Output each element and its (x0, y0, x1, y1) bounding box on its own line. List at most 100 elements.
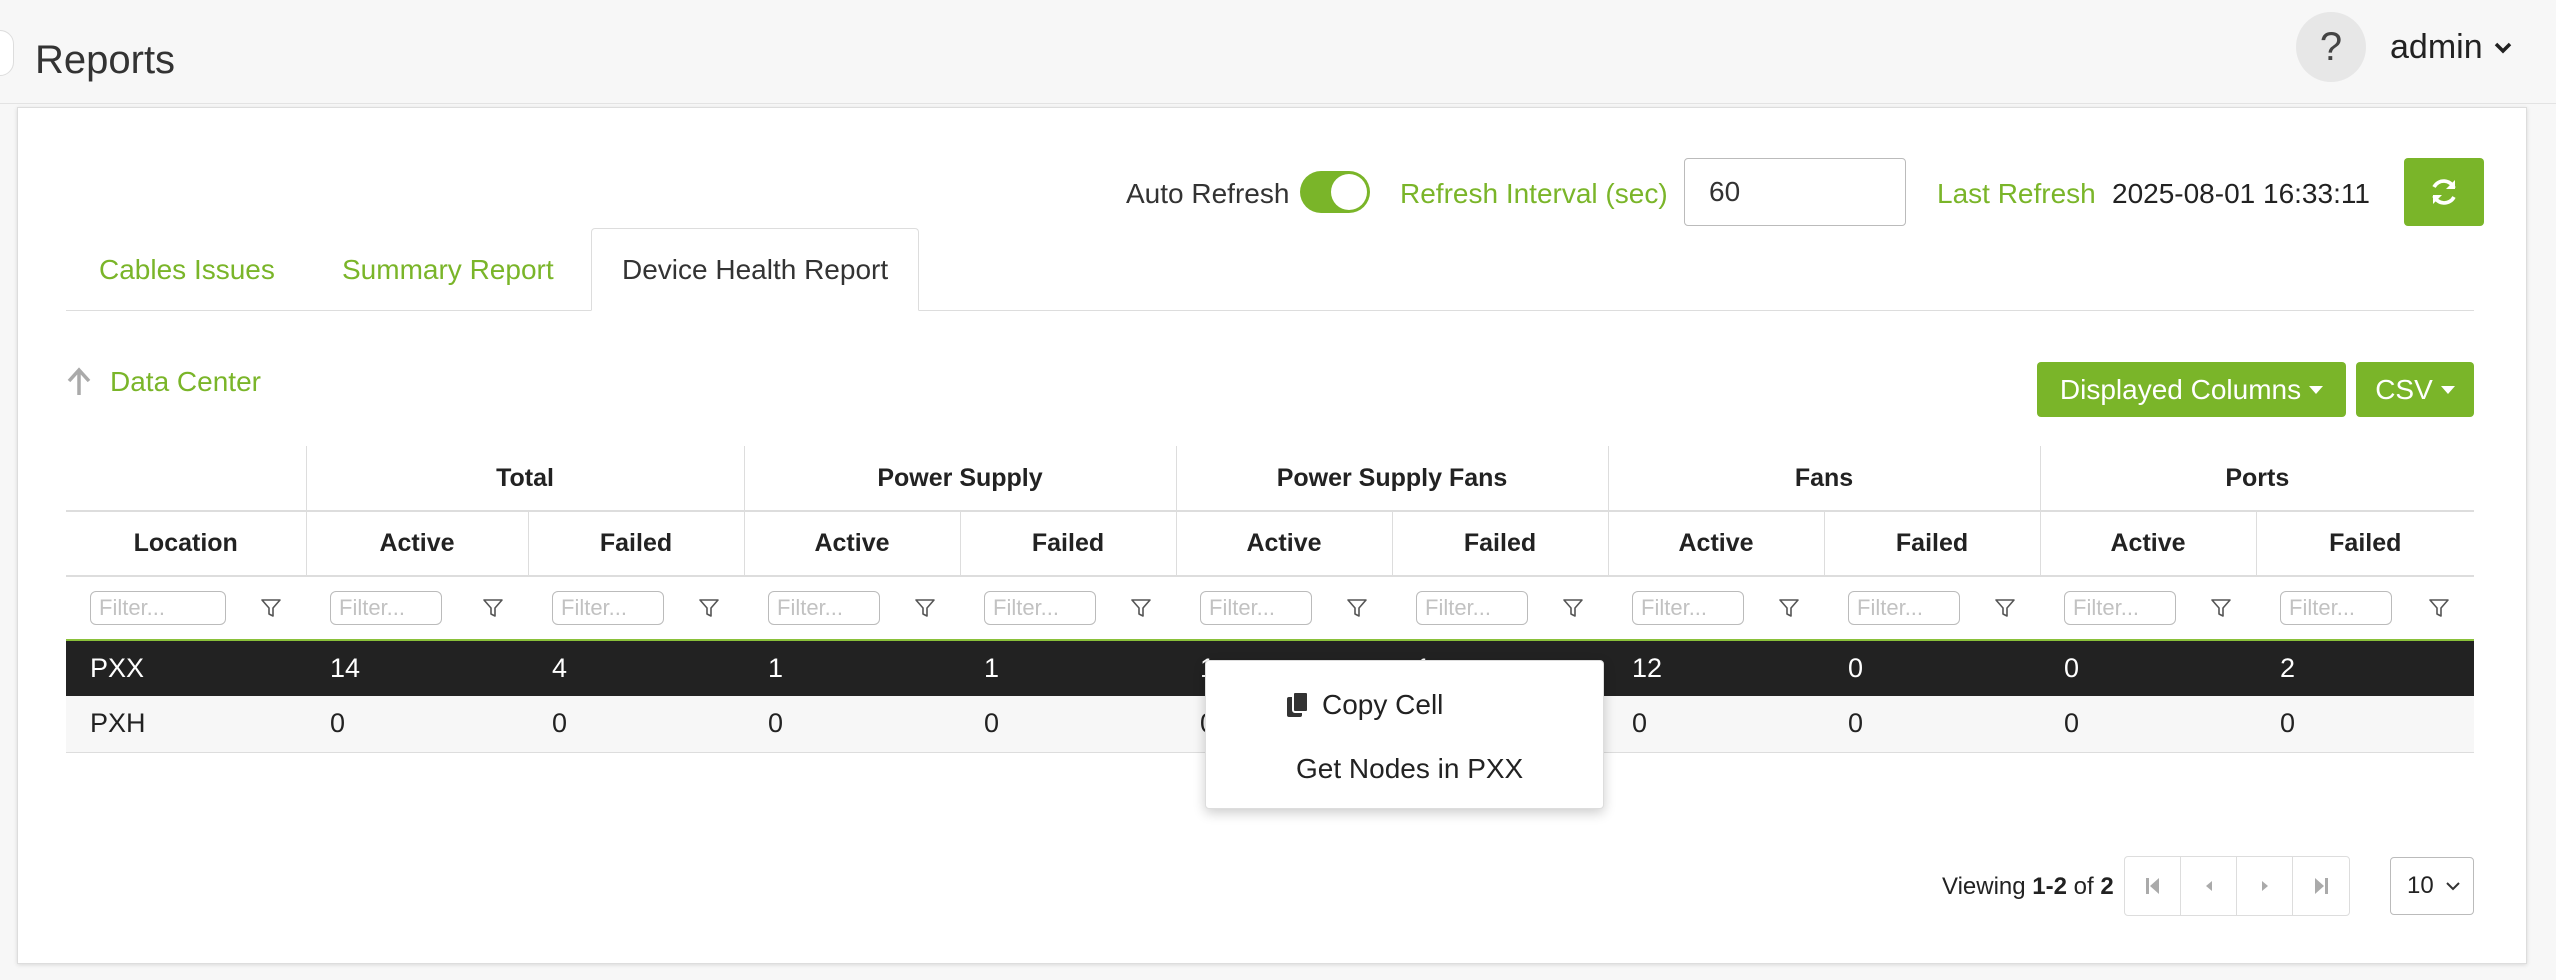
filter-cell (1608, 576, 1825, 641)
group-header-fans: Fans (1607, 446, 2041, 512)
count-cell[interactable]: 0 (528, 696, 744, 753)
last-refresh-value: 2025-08-01 16:33:11 (2112, 178, 2370, 209)
first-page-button[interactable] (2125, 857, 2181, 915)
filter-cell (1176, 576, 1392, 641)
filter-icon[interactable] (1994, 597, 2016, 619)
column-header-location[interactable]: Location (66, 511, 306, 577)
column-header-total-failed[interactable]: Failed (527, 511, 744, 577)
displayed-columns-button[interactable]: Displayed Columns (2037, 362, 2346, 417)
context-menu-copy-cell[interactable]: Copy Cell (1206, 675, 1603, 735)
column-filter-input[interactable] (1848, 591, 1961, 625)
viewing-of: of (2073, 873, 2094, 900)
location-cell[interactable]: PXX (66, 640, 306, 696)
caret-down-icon (2440, 385, 2455, 394)
column-filter-input[interactable] (984, 591, 1096, 625)
refresh-interval-input[interactable] (1684, 158, 1906, 226)
column-filter-input[interactable] (1200, 591, 1312, 625)
tab-cables-issues[interactable]: Cables Issues (99, 228, 275, 311)
filter-icon[interactable] (2210, 597, 2232, 619)
column-filter-input[interactable] (90, 591, 226, 625)
filter-cell (528, 576, 744, 641)
group-header-empty (66, 446, 306, 512)
pagination-controls (2124, 856, 2350, 916)
column-header-fans-active[interactable]: Active (1607, 511, 1825, 577)
column-filter-input[interactable] (2064, 591, 2177, 625)
filter-control (768, 591, 936, 625)
count-cell[interactable]: 1 (960, 640, 1176, 696)
page-title: Reports (35, 38, 176, 82)
column-filter-input[interactable] (1632, 591, 1745, 625)
count-cell[interactable]: 0 (306, 696, 528, 753)
toggle-knob (1331, 174, 1367, 210)
viewing-prefix: Viewing (1942, 873, 2026, 900)
column-header-psu-fans-active[interactable]: Active (1175, 511, 1392, 577)
count-cell[interactable]: 0 (744, 696, 960, 753)
column-filter-input[interactable] (330, 591, 442, 625)
column-filter-input[interactable] (2280, 591, 2393, 625)
filter-control (552, 591, 720, 625)
count-cell[interactable]: 12 (1608, 640, 1825, 696)
filter-control (2064, 591, 2232, 625)
filter-icon[interactable] (1562, 597, 1584, 619)
count-cell[interactable]: 0 (2040, 640, 2257, 696)
filter-cell (960, 576, 1176, 641)
count-cell[interactable]: 0 (1608, 696, 1825, 753)
count-cell[interactable]: 0 (960, 696, 1176, 753)
refresh-button[interactable] (2404, 158, 2484, 226)
filter-control (330, 591, 504, 625)
column-header-total-active[interactable]: Active (305, 511, 528, 577)
column-header-power-supply-active[interactable]: Active (743, 511, 960, 577)
group-header-power-supply-fans: Power Supply Fans (1175, 446, 1609, 512)
context-menu-get-nodes[interactable]: Get Nodes in PXX (1206, 739, 1603, 799)
auto-refresh-toggle[interactable] (1300, 171, 1370, 213)
column-header-row: Location Active Failed Active Failed Act… (66, 511, 2475, 577)
filter-cell (2256, 576, 2475, 641)
column-filter-input[interactable] (768, 591, 880, 625)
refresh-interval-label: Refresh Interval (sec) (1400, 178, 1668, 209)
filter-icon[interactable] (260, 597, 282, 619)
page-size-select[interactable]: 10 (2390, 857, 2474, 915)
count-cell[interactable]: 0 (1824, 640, 2041, 696)
tab-summary-report[interactable]: Summary Report (342, 228, 554, 311)
count-cell[interactable]: 1 (744, 640, 960, 696)
sidebar-toggle-tab[interactable] (0, 30, 14, 76)
group-header-power-supply: Power Supply (743, 446, 1176, 512)
column-filter-input[interactable] (552, 591, 664, 625)
user-name: admin (2390, 28, 2483, 66)
previous-page-button[interactable] (2181, 857, 2237, 915)
count-cell[interactable]: 0 (1824, 696, 2041, 753)
next-page-button[interactable] (2237, 857, 2293, 915)
count-cell[interactable]: 4 (528, 640, 744, 696)
next-page-icon (2261, 881, 2268, 891)
pagination-summary: Viewing 1-2 of 2 (1942, 873, 2114, 901)
column-header-ports-failed[interactable]: Failed (2255, 511, 2475, 577)
column-filter-input[interactable] (1416, 591, 1528, 625)
location-cell[interactable]: PXH (66, 696, 306, 753)
filter-icon[interactable] (1130, 597, 1152, 619)
copy-cell-label: Copy Cell (1322, 689, 1444, 720)
column-header-psu-fans-failed[interactable]: Failed (1391, 511, 1609, 577)
filter-icon[interactable] (482, 597, 504, 619)
filter-icon[interactable] (1346, 597, 1368, 619)
tab-device-health-report[interactable]: Device Health Report (591, 228, 920, 311)
count-cell[interactable]: 14 (306, 640, 528, 696)
filter-cell (2040, 576, 2257, 641)
filter-icon[interactable] (914, 597, 936, 619)
column-header-fans-failed[interactable]: Failed (1823, 511, 2041, 577)
filter-icon[interactable] (1778, 597, 1800, 619)
count-cell[interactable]: 0 (2256, 696, 2475, 753)
count-cell[interactable]: 0 (2040, 696, 2257, 753)
column-header-power-supply-failed[interactable]: Failed (959, 511, 1176, 577)
filter-icon[interactable] (2428, 597, 2450, 619)
column-header-ports-active[interactable]: Active (2039, 511, 2257, 577)
csv-button[interactable]: CSV (2356, 362, 2474, 417)
help-button[interactable]: ? (2296, 12, 2366, 82)
last-page-button[interactable] (2293, 857, 2349, 915)
filter-icon[interactable] (698, 597, 720, 619)
count-cell[interactable]: 2 (2256, 640, 2475, 696)
data-center-up-link[interactable]: Data Center (66, 366, 261, 398)
filter-cell (306, 576, 528, 641)
context-menu: Copy Cell Get Nodes in PXX (1205, 660, 1604, 809)
user-menu[interactable]: admin (2390, 28, 2513, 67)
group-header-total: Total (305, 446, 744, 512)
